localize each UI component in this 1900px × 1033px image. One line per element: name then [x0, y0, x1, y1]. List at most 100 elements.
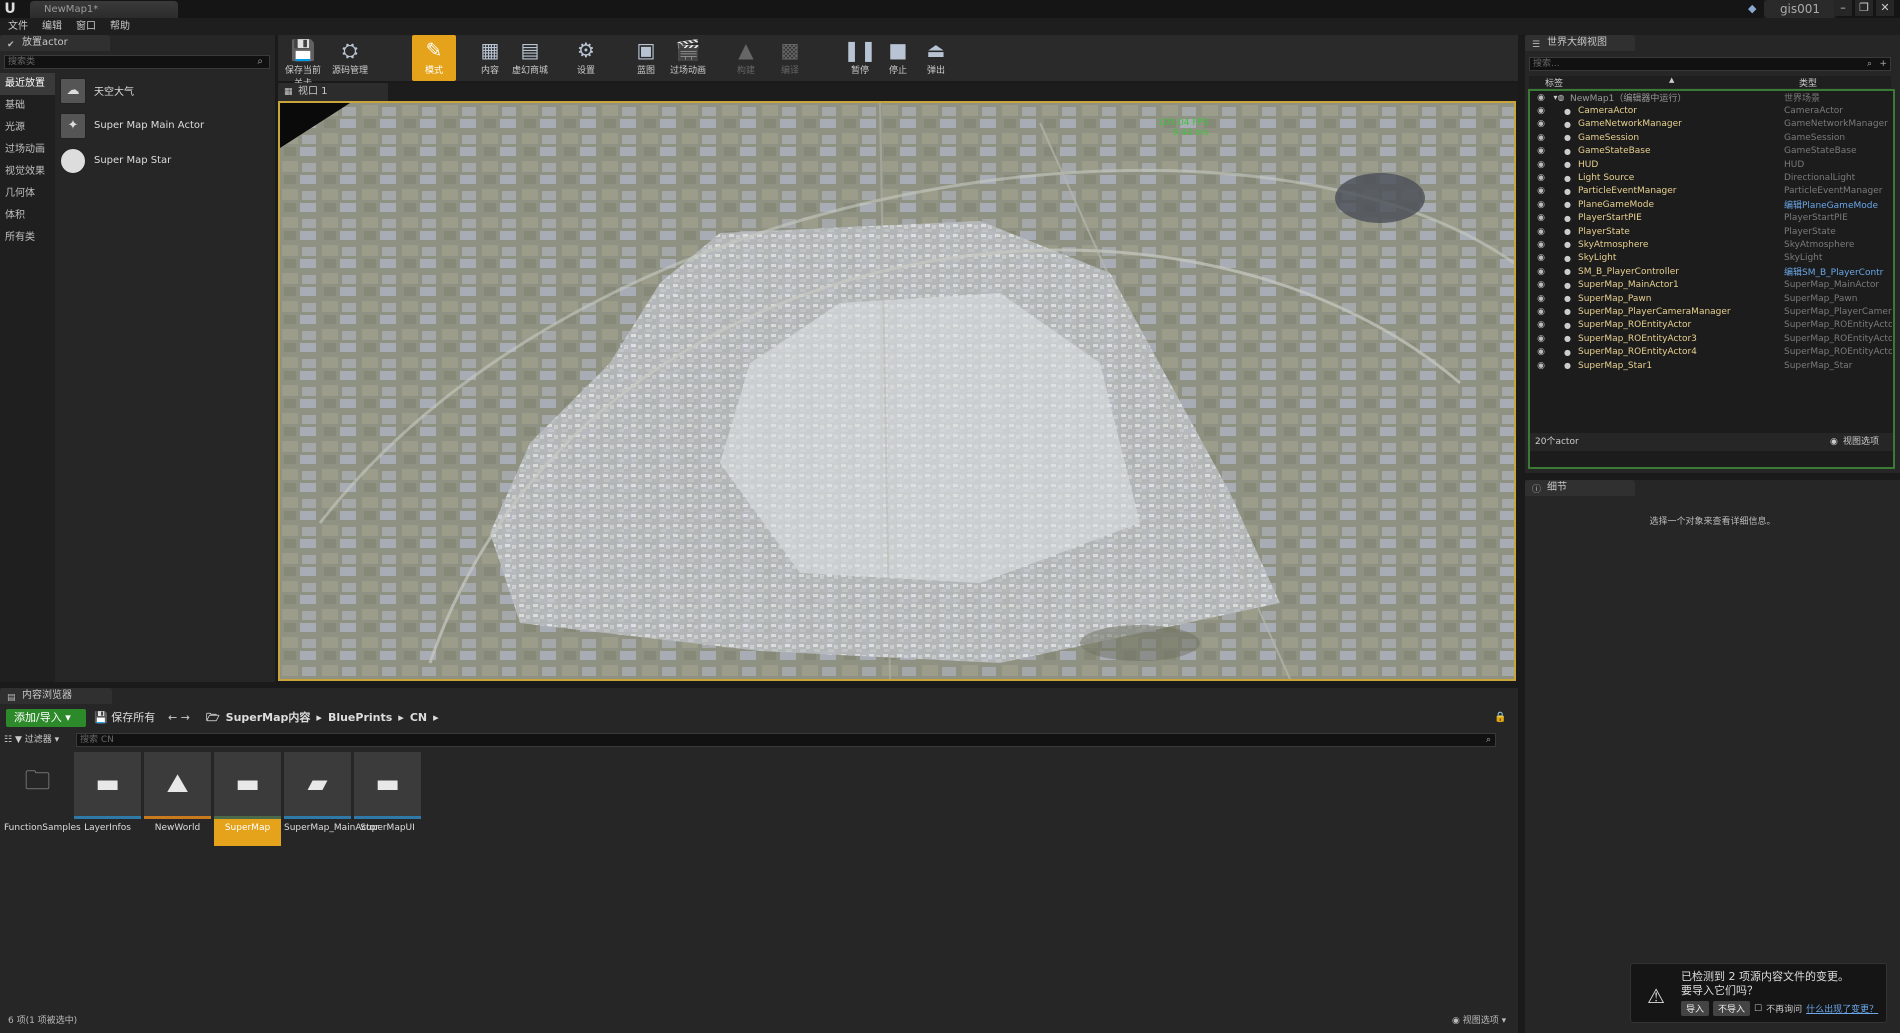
- visibility-eye-icon[interactable]: ◉: [1530, 320, 1552, 330]
- breadcrumb-item[interactable]: BluePrints: [328, 709, 392, 727]
- category-geometry[interactable]: 几何体: [0, 183, 55, 205]
- visibility-eye-icon[interactable]: ◉: [1530, 334, 1552, 344]
- viewport-tab[interactable]: ▦ 视口 1: [278, 83, 388, 101]
- category-lights[interactable]: 光源: [0, 117, 55, 139]
- outliner-row[interactable]: ◉ ● GameStateBase GameStateBase: [1530, 145, 1893, 158]
- visibility-eye-icon[interactable]: ◉: [1530, 361, 1552, 371]
- save-level-button[interactable]: 💾保存当前关卡: [281, 35, 325, 89]
- outliner-row[interactable]: ◉ ● GameSession GameSession: [1530, 131, 1893, 144]
- search-icon[interactable]: ⌕: [257, 56, 263, 68]
- add-import-button[interactable]: 添加/导入 ▾: [6, 709, 86, 727]
- menu-file[interactable]: 文件: [8, 18, 28, 35]
- blueprint-button[interactable]: ▣ 蓝图: [624, 35, 668, 81]
- maximize-button[interactable]: ❐: [1855, 0, 1873, 16]
- outliner-view-options[interactable]: 视图选项: [1843, 433, 1879, 451]
- outliner-row[interactable]: ◉ ● SuperMap_Star1 SuperMap_Star: [1530, 359, 1893, 372]
- outliner-search-input[interactable]: 搜索... ⌕ +: [1529, 57, 1891, 71]
- asset-tile[interactable]: ▬ SuperMap: [214, 752, 281, 846]
- modes-button[interactable]: ✎ 模式: [412, 35, 456, 81]
- content-view-options[interactable]: ◉ 视图选项 ▾: [1452, 1013, 1506, 1026]
- chevron-right-icon[interactable]: ▸: [398, 709, 404, 727]
- visibility-eye-icon[interactable]: ◉: [1530, 200, 1552, 210]
- category-all-classes[interactable]: 所有类: [0, 227, 55, 249]
- chevron-right-icon[interactable]: ▸: [316, 709, 322, 727]
- asset-tile[interactable]: ⛰ NewWorld: [144, 752, 211, 846]
- asset-tile[interactable]: 🗀 FunctionSamples: [4, 752, 81, 846]
- breadcrumb-item[interactable]: SuperMap内容: [226, 709, 311, 727]
- details-tab[interactable]: ⓘ 细节: [1525, 480, 1635, 496]
- outliner-row[interactable]: ◉ ● SkyLight SkyLight: [1530, 252, 1893, 265]
- placeable-item[interactable]: ☁ 天空大气: [60, 73, 270, 108]
- marketplace-button[interactable]: ▤ 虚幻商城: [508, 35, 552, 81]
- category-visual-effects[interactable]: 视觉效果: [0, 161, 55, 183]
- breadcrumb-item[interactable]: CN: [410, 709, 427, 727]
- outliner-row[interactable]: ◉ ● SM_B_PlayerController 编辑SM_B_PlayerCont…: [1530, 265, 1893, 279]
- asset-search-input[interactable]: 搜索 CN ⌕: [76, 733, 1496, 747]
- outliner-row[interactable]: ◉ ● SkyAtmosphere SkyAtmosphere: [1530, 238, 1893, 251]
- outliner-row[interactable]: ◉ ● PlayerStartPIE PlayerStartPIE: [1530, 212, 1893, 225]
- outliner-row[interactable]: ◉ ● HUD HUD: [1530, 158, 1893, 171]
- visibility-eye-icon[interactable]: ◉: [1530, 213, 1552, 223]
- sources-toggle-icon[interactable]: ☷: [4, 735, 12, 745]
- visibility-eye-icon[interactable]: ◉: [1530, 307, 1552, 317]
- asset-tile[interactable]: ▬ LayerInfos: [74, 752, 141, 846]
- menu-help[interactable]: 帮助: [110, 18, 130, 35]
- visibility-eye-icon[interactable]: ◉: [1530, 186, 1552, 196]
- filters-button[interactable]: ☷ ▼ 过滤器 ▾: [4, 733, 74, 747]
- outliner-row[interactable]: ◉ ● SuperMap_ROEntityActor3 SuperMap_ROEnti…: [1530, 332, 1893, 345]
- visibility-eye-icon[interactable]: ◉: [1530, 227, 1552, 237]
- cinematics-button[interactable]: 🎬 过场动画: [666, 35, 710, 81]
- visibility-eye-icon[interactable]: ◉: [1530, 294, 1552, 304]
- menu-window[interactable]: 窗口: [76, 18, 96, 35]
- column-type-header[interactable]: 类型: [1799, 76, 1817, 89]
- search-icon[interactable]: ⌕: [1867, 58, 1872, 70]
- outliner-row-type[interactable]: 编辑SM_B_PlayerContr: [1784, 265, 1892, 278]
- minimize-button[interactable]: –: [1834, 0, 1852, 16]
- content-browser-tab[interactable]: ▤ 内容浏览器: [0, 688, 112, 704]
- lock-icon[interactable]: 🔒: [1494, 712, 1506, 723]
- category-cinematic[interactable]: 过场动画: [0, 139, 55, 161]
- build-button[interactable]: ▲ 构建: [724, 35, 768, 81]
- visibility-eye-icon[interactable]: ◉: [1530, 93, 1552, 103]
- outliner-row[interactable]: ◉ ● CameraActor CameraActor: [1530, 104, 1893, 117]
- chevron-right-icon[interactable]: ▸: [433, 709, 439, 727]
- add-filter-icon[interactable]: +: [1879, 58, 1887, 70]
- world-outliner-tab[interactable]: ☰ 世界大纲视图: [1525, 35, 1635, 51]
- dont-ask-checkbox[interactable]: ☐: [1754, 1004, 1762, 1014]
- visibility-eye-icon[interactable]: ◉: [1530, 173, 1552, 183]
- outliner-row[interactable]: ◉ ▾◍ NewMap1（编辑器中运行） 世界场景: [1530, 91, 1893, 105]
- level-tab[interactable]: NewMap1*: [30, 1, 178, 18]
- outliner-row[interactable]: ◉ ● SuperMap_Pawn SuperMap_Pawn: [1530, 292, 1893, 305]
- viewport-3d-scene[interactable]: [278, 101, 1516, 681]
- outliner-row[interactable]: ◉ ● SuperMap_PlayerCameraManager SuperMap_P…: [1530, 305, 1893, 318]
- category-recent[interactable]: 最近放置: [0, 73, 55, 95]
- what-changed-link[interactable]: 什么出现了变更？: [1806, 1002, 1878, 1015]
- visibility-eye-icon[interactable]: ◉: [1530, 119, 1552, 129]
- outliner-row-type[interactable]: 编辑PlaneGameMode: [1784, 198, 1892, 211]
- outliner-row[interactable]: ◉ ● GameNetworkManager GameNetworkManager: [1530, 118, 1893, 131]
- class-search-input[interactable]: 搜索类 ⌕: [4, 55, 270, 69]
- back-arrow-icon[interactable]: ←: [168, 711, 177, 724]
- menu-edit[interactable]: 编辑: [42, 18, 62, 35]
- compile-button[interactable]: ▩ 编译: [768, 35, 812, 81]
- visibility-eye-icon[interactable]: ◉: [1530, 146, 1552, 156]
- column-label-header[interactable]: 标签: [1545, 76, 1563, 89]
- search-icon[interactable]: ⌕: [1486, 734, 1491, 746]
- dont-import-button[interactable]: 不导入: [1713, 1001, 1751, 1016]
- asset-tile[interactable]: ▬ SuperMapUI: [354, 752, 421, 846]
- placeable-item[interactable]: Super Map Star: [60, 143, 270, 178]
- content-button[interactable]: ▦ 内容: [468, 35, 512, 81]
- outliner-row[interactable]: ◉ ● PlaneGameMode 编辑PlaneGameMode: [1530, 198, 1893, 212]
- category-volumes[interactable]: 体积: [0, 205, 55, 227]
- outliner-row[interactable]: ◉ ● SuperMap_MainActor1 SuperMap_MainActor: [1530, 278, 1893, 291]
- visibility-eye-icon[interactable]: ◉: [1530, 133, 1552, 143]
- placeable-item[interactable]: ✦ Super Map Main Actor: [60, 108, 270, 143]
- settings-button[interactable]: ⚙ 设置: [564, 35, 608, 81]
- save-all-button[interactable]: 💾 保存所有: [94, 709, 164, 727]
- import-button[interactable]: 导入: [1681, 1001, 1710, 1016]
- visibility-eye-icon[interactable]: ◉: [1530, 240, 1552, 250]
- close-button[interactable]: ✕: [1876, 0, 1894, 16]
- eject-button[interactable]: ⏏ 弹出: [914, 35, 958, 81]
- visibility-eye-icon[interactable]: ◉: [1530, 347, 1552, 357]
- outliner-row[interactable]: ◉ ● PlayerState PlayerState: [1530, 225, 1893, 238]
